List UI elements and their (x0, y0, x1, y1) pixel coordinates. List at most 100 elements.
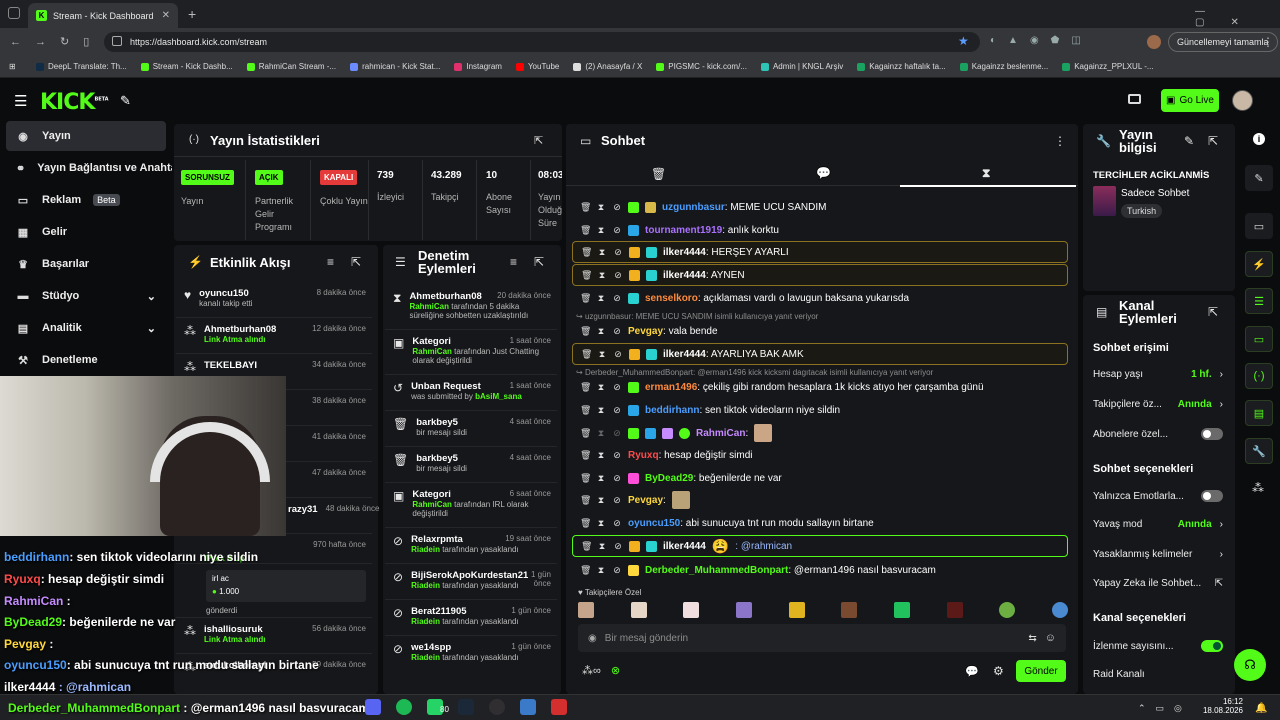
ban-icon[interactable]: ⊘ (613, 247, 623, 258)
chat-username[interactable]: ilker4444 (663, 247, 706, 258)
apps-icon[interactable]: ⊞ (9, 62, 16, 71)
kicks-icon[interactable]: ⁂∞ (582, 664, 601, 677)
rail-info-button[interactable]: 🔧 (1245, 438, 1273, 464)
close-tab-icon[interactable]: ✕ (162, 10, 170, 21)
viewer-count-row[interactable]: İzlenme sayısını... (1093, 640, 1223, 652)
profile-avatar[interactable] (1147, 35, 1161, 49)
sidebar-item-studio[interactable]: ▬ Stüdyo ⌄ (6, 281, 166, 311)
timeout-icon[interactable]: ⧗ (596, 518, 606, 529)
bookmark-item[interactable]: Instagram (454, 62, 502, 71)
emote-button[interactable] (1051, 602, 1068, 618)
timeout-icon[interactable]: ⧗ (597, 349, 607, 360)
chat-username[interactable]: uzgunnbasur (662, 202, 725, 213)
rail-actions-button[interactable]: ▤ (1245, 400, 1273, 426)
viewer-count-toggle[interactable] (1201, 640, 1223, 652)
chat-username[interactable]: ilker4444 (663, 270, 706, 281)
app-icon[interactable] (551, 699, 567, 715)
timeout-icon[interactable]: ⧗ (596, 382, 606, 393)
trash-icon[interactable]: 🗑 (580, 518, 591, 529)
obs-icon[interactable] (489, 699, 505, 715)
window-controls[interactable]: —▢✕ (1195, 6, 1280, 28)
chat-username[interactable]: ilker4444 (663, 349, 706, 360)
info-icon[interactable]: i (1253, 133, 1265, 145)
chat-username[interactable]: RahmiCan (696, 428, 745, 439)
timeout-icon[interactable]: ⧗ (597, 270, 607, 281)
chat-message[interactable]: 🗑 ⧗ ⊘ Derbeder_MuhammedBonpart: @erman1496 … (572, 559, 1068, 581)
chat-tab-icon[interactable]: 💬 (816, 166, 831, 180)
trash-icon[interactable]: 🗑 (581, 247, 592, 258)
subscribers-only-toggle[interactable] (1201, 428, 1223, 440)
chat-message[interactable]: 🗑 ⧗ ⊘ Pevgay: (572, 489, 1068, 511)
chat-message-mention[interactable]: 🗑 ⧗ ⊘ ilker4444 😩: @rahmican (572, 535, 1068, 557)
timeout-icon[interactable]: ⧗ (596, 202, 606, 213)
chat-username[interactable]: Ryuxq (628, 450, 659, 461)
hamburger-menu-icon[interactable]: ☰ (14, 92, 27, 110)
emote-button[interactable] (893, 602, 910, 618)
taskbar-clock[interactable]: 16:12 18.08.2026 (1195, 697, 1243, 715)
chat-username[interactable]: Derbeder_MuhammedBonpart (645, 565, 788, 576)
timeout-icon[interactable]: ⧗ (596, 326, 606, 337)
emote-button[interactable] (788, 602, 805, 618)
ban-icon[interactable]: ⊘ (612, 518, 622, 529)
banned-words-row[interactable]: Yasaklanmış kelimeler › (1093, 549, 1223, 560)
timeout-icon[interactable]: ⧗ (597, 247, 607, 258)
support-chat-icon[interactable]: ☊ (1234, 649, 1266, 681)
chat-username[interactable]: Pevgay (628, 326, 663, 337)
nav-buttons[interactable]: ←→↻▯ (10, 35, 103, 48)
new-tab-button[interactable]: + (188, 6, 196, 22)
expand-icon[interactable]: ⇱ (1208, 134, 1218, 148)
trash-icon[interactable]: 🗑 (581, 270, 592, 281)
bookmark-item[interactable]: DeepL Translate: Th... (36, 62, 127, 71)
bookmark-item[interactable]: RahmiCan Stream -... (246, 62, 336, 71)
sidebar-item-revenue[interactable]: ▦ Gelir (6, 217, 166, 247)
chat-menu-icon[interactable]: ⋮ (1054, 134, 1066, 148)
extensions-icons[interactable]: ◐▲◉⬟◫ (990, 35, 1093, 46)
emotes-only-toggle[interactable] (1201, 490, 1223, 502)
trash-icon[interactable]: 🗑 (580, 326, 591, 337)
trash-icon[interactable]: 🗑 (581, 349, 592, 360)
bookmark-item[interactable]: rahmican - Kick Stat... (350, 62, 440, 71)
bookmark-item[interactable]: Stream - Kick Dashb... (140, 62, 233, 71)
expand-icon[interactable]: ⇱ (351, 255, 361, 269)
popout-icon[interactable] (1128, 94, 1141, 104)
bookmark-item[interactable]: YouTube (515, 62, 559, 71)
edit-icon[interactable]: ✎ (1184, 134, 1194, 148)
go-live-button[interactable]: ▣ Go Live (1161, 89, 1219, 112)
trash-icon[interactable]: 🗑 (580, 473, 591, 484)
ban-icon[interactable]: ⊘ (613, 541, 623, 552)
emote-button[interactable] (578, 602, 594, 618)
chat-message[interactable]: 🗑 ⧗ ⊘ Ryuxq: hesap değiştir simdi (572, 444, 1068, 466)
trash-icon[interactable]: 🗑 (580, 225, 591, 236)
chat-username[interactable]: Pevgay (628, 495, 663, 506)
emoji-icon[interactable]: ☺ (1045, 632, 1056, 644)
timeout-icon[interactable]: ⧗ (596, 405, 606, 416)
timeout-icon[interactable]: ⧗ (596, 225, 606, 236)
account-age-row[interactable]: Hesap yaşı 1 hf. › (1093, 369, 1223, 380)
discord-icon[interactable] (365, 699, 381, 715)
trash-icon[interactable]: 🗑 (580, 405, 591, 416)
rail-kicks-icon[interactable]: ⁂ (1252, 481, 1264, 495)
ban-icon[interactable]: ⊘ (612, 428, 622, 439)
trash-icon[interactable]: 🗑 (580, 495, 591, 506)
chat-settings-icon[interactable]: ⚙ (993, 664, 1004, 678)
chat-username[interactable]: oyuncu150 (628, 518, 680, 529)
kick-coin-icon[interactable]: ⊗ (611, 664, 620, 677)
menu-dots-icon[interactable]: ⋮ (1262, 35, 1274, 49)
ban-icon[interactable]: ⊘ (612, 382, 622, 393)
emote-button[interactable] (946, 602, 963, 618)
sidebar-item-moderation[interactable]: ⚒ Denetleme (6, 345, 166, 375)
trash-icon[interactable]: 🗑 (580, 428, 591, 439)
notification-bell-icon[interactable]: 🔔 (1255, 703, 1267, 714)
trash-icon[interactable]: 🗑 (580, 293, 591, 304)
emote-button[interactable] (999, 602, 1016, 618)
trash-icon[interactable]: 🗑 (580, 382, 591, 393)
rail-edit-button[interactable]: ✎ (1245, 165, 1273, 191)
bookmark-item[interactable]: Kagainzz beslenme... (959, 62, 1048, 71)
rail-moderation-button[interactable]: ☰ (1245, 288, 1273, 314)
chat-message[interactable]: 🗑 ⧗ ⊘ erman1496: çekiliş gibi random hesapl… (572, 376, 1068, 398)
sidebar-item-achievements[interactable]: ♛ Başarılar (6, 249, 166, 279)
ban-icon[interactable]: ⊘ (612, 202, 622, 213)
subscribers-only-row[interactable]: Abonelere özel... (1093, 428, 1223, 440)
tools-icon[interactable]: ✎ (120, 93, 131, 109)
ban-icon[interactable]: ⊘ (612, 405, 622, 416)
